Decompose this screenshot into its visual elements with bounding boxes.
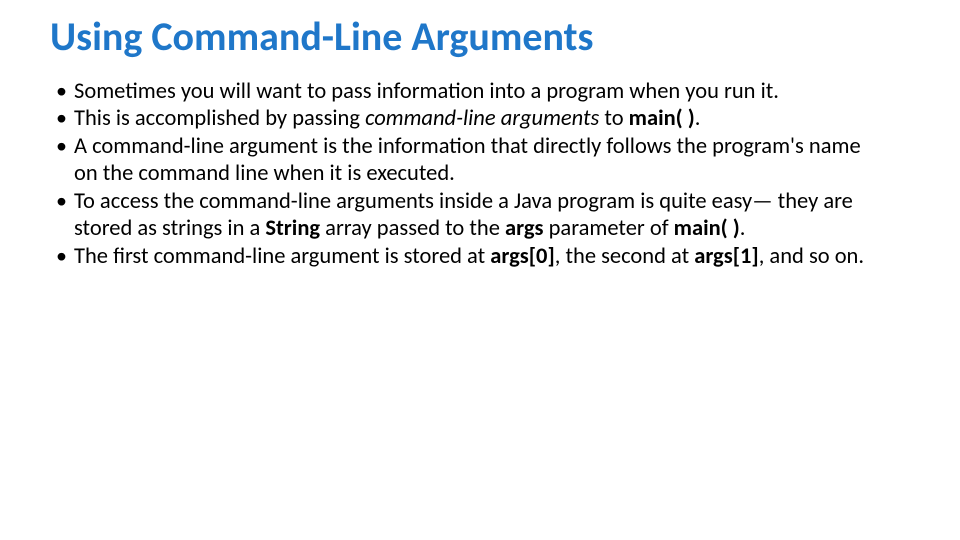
text-run: , the second at — [555, 243, 694, 270]
text-run: args[0] — [490, 243, 555, 270]
text-run: String — [265, 215, 320, 242]
text-run: array passed to the — [320, 215, 505, 242]
bullet-item: The first command-line argument is store… — [74, 243, 874, 270]
text-run: A command-line argument is the informati… — [74, 133, 861, 187]
text-run: parameter of — [544, 215, 674, 242]
text-run: . — [695, 105, 701, 132]
text-run: args[1] — [694, 243, 759, 270]
text-run: command-line arguments — [365, 105, 599, 132]
text-run: The first command-line argument is store… — [74, 243, 490, 270]
text-run: , and so on. — [759, 243, 864, 270]
bullet-item: A command-line argument is the informati… — [74, 133, 874, 188]
bullet-item: To access the command-line arguments ins… — [74, 188, 874, 243]
text-run: args — [505, 215, 544, 242]
text-run: . — [740, 215, 746, 242]
text-run: main( ) — [674, 215, 740, 242]
bullet-item: This is accomplished by passing command-… — [74, 105, 874, 132]
text-run: This is accomplished by passing — [74, 105, 365, 132]
text-run: Sometimes you will want to pass informat… — [74, 78, 779, 105]
slide-title: Using Command-Line Arguments — [50, 14, 910, 60]
slide: Using Command-Line Arguments Sometimes y… — [0, 0, 960, 540]
bullet-list: Sometimes you will want to pass informat… — [50, 78, 874, 270]
text-run: main( ) — [629, 105, 695, 132]
text-run: to — [599, 105, 628, 132]
bullet-item: Sometimes you will want to pass informat… — [74, 78, 874, 105]
